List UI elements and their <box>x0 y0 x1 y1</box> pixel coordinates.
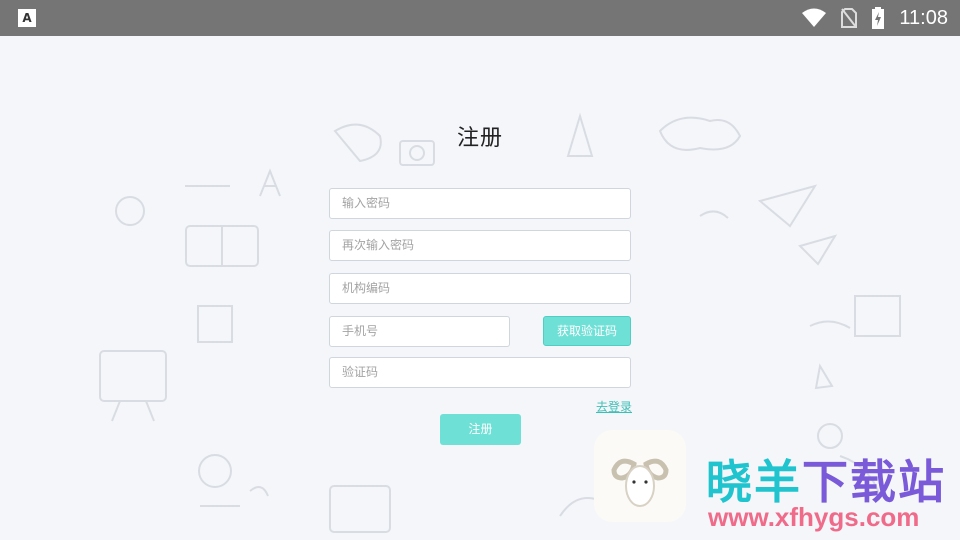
no-sim-icon <box>841 8 858 28</box>
page-title: 注册 <box>456 126 503 151</box>
watermark-url: www.xfhygs.com <box>708 502 920 532</box>
confirm-password-field[interactable]: 再次输入密码 <box>329 230 631 261</box>
wifi-icon <box>801 8 827 28</box>
watermark-name-part1: 晓羊 <box>706 455 802 509</box>
get-code-button[interactable]: 获取验证码 <box>543 316 631 346</box>
app-notification-icon: A <box>18 9 36 27</box>
org-code-field[interactable]: 机构编码 <box>329 273 631 304</box>
phone-field[interactable]: 手机号 <box>329 316 510 347</box>
battery-charging-icon <box>871 7 885 29</box>
status-bar: A 11:08 <box>0 0 960 36</box>
password-field[interactable]: 输入密码 <box>329 188 631 219</box>
watermark-logo <box>594 430 686 522</box>
status-time: 11:08 <box>899 6 948 29</box>
go-login-link[interactable]: 去登录 <box>596 398 632 415</box>
verification-code-field[interactable]: 验证码 <box>329 357 631 388</box>
register-button[interactable]: 注册 <box>440 414 521 445</box>
sheep-icon <box>611 458 669 507</box>
watermark-name-part2: 下载站 <box>802 455 946 509</box>
